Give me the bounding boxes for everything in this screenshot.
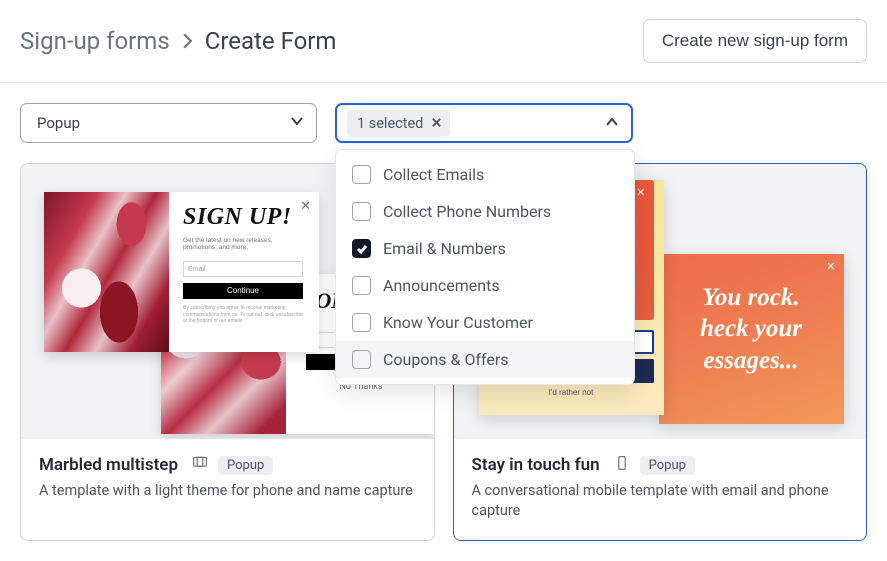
checkbox-checked-icon (352, 239, 371, 258)
checkbox-icon (352, 313, 371, 332)
chevron-up-icon (605, 114, 619, 133)
checkbox-icon (352, 350, 371, 369)
template-title: Stay in touch fun (472, 455, 600, 475)
option-label: Collect Phone Numbers (383, 202, 551, 221)
close-icon: ✕ (826, 260, 835, 273)
breadcrumb: Sign-up forms Create Form (20, 27, 336, 55)
template-description: A template with a light theme for phone … (39, 481, 416, 501)
create-form-button[interactable]: Create new sign-up form (643, 19, 867, 63)
type-select[interactable]: Popup (20, 103, 317, 143)
template-title: Marbled multistep (39, 455, 178, 475)
breadcrumb-current: Create Form (205, 27, 337, 55)
type-select-value: Popup (37, 114, 80, 132)
chevron-right-icon (182, 32, 193, 50)
breadcrumb-parent[interactable]: Sign-up forms (20, 27, 170, 55)
option-label: Collect Emails (383, 165, 484, 184)
preview-line: heck your (700, 315, 802, 342)
preview-input: Email (183, 261, 303, 277)
option-label: Coupons & Offers (383, 350, 509, 369)
preview-popup-back: ✕ You rock. heck your essages... (659, 254, 844, 424)
option-collect-emails[interactable]: Collect Emails (336, 156, 634, 193)
close-icon: ✕ (300, 198, 311, 214)
close-icon[interactable] (431, 115, 442, 132)
template-tag: Popup (640, 456, 695, 475)
tags-multiselect[interactable]: 1 selected (335, 103, 633, 143)
option-label: Announcements (383, 276, 500, 295)
option-label: Email & Numbers (383, 239, 506, 258)
preview-cta: Continue (183, 283, 303, 299)
checkbox-icon (352, 202, 371, 221)
option-coupons-and-offers[interactable]: Coupons & Offers (336, 341, 634, 378)
filter-chip[interactable]: 1 selected (347, 110, 450, 137)
template-tag: Popup (218, 456, 273, 475)
chevron-down-icon (290, 114, 304, 132)
preview-disclaimer: By subscribing you agree to receive mark… (183, 305, 303, 325)
checkbox-icon (352, 165, 371, 184)
mobile-icon (614, 455, 630, 475)
tags-dropdown: Collect Emails Collect Phone Numbers Ema… (335, 149, 635, 385)
template-description: A conversational mobile template with em… (472, 481, 849, 522)
filter-chip-label: 1 selected (357, 115, 423, 132)
option-email-and-numbers[interactable]: Email & Numbers (336, 230, 634, 267)
preview-subtext: Get the latest on new releases, promotio… (183, 237, 303, 251)
preview-popup-front: ✕ SIGN UP! Get the latest on new release… (44, 192, 319, 352)
close-icon: ✕ (636, 186, 645, 199)
option-collect-phone-numbers[interactable]: Collect Phone Numbers (336, 193, 634, 230)
option-label: Know Your Customer (383, 313, 533, 332)
preview-headline: SIGN UP! (183, 204, 303, 231)
checkbox-icon (352, 276, 371, 295)
preview-optout: I'd rather not (479, 388, 664, 397)
preview-line: essages... (703, 347, 798, 374)
preview-line: You rock. (702, 284, 799, 311)
option-announcements[interactable]: Announcements (336, 267, 634, 304)
desktop-icon (192, 455, 208, 475)
option-know-your-customer[interactable]: Know Your Customer (336, 304, 634, 341)
